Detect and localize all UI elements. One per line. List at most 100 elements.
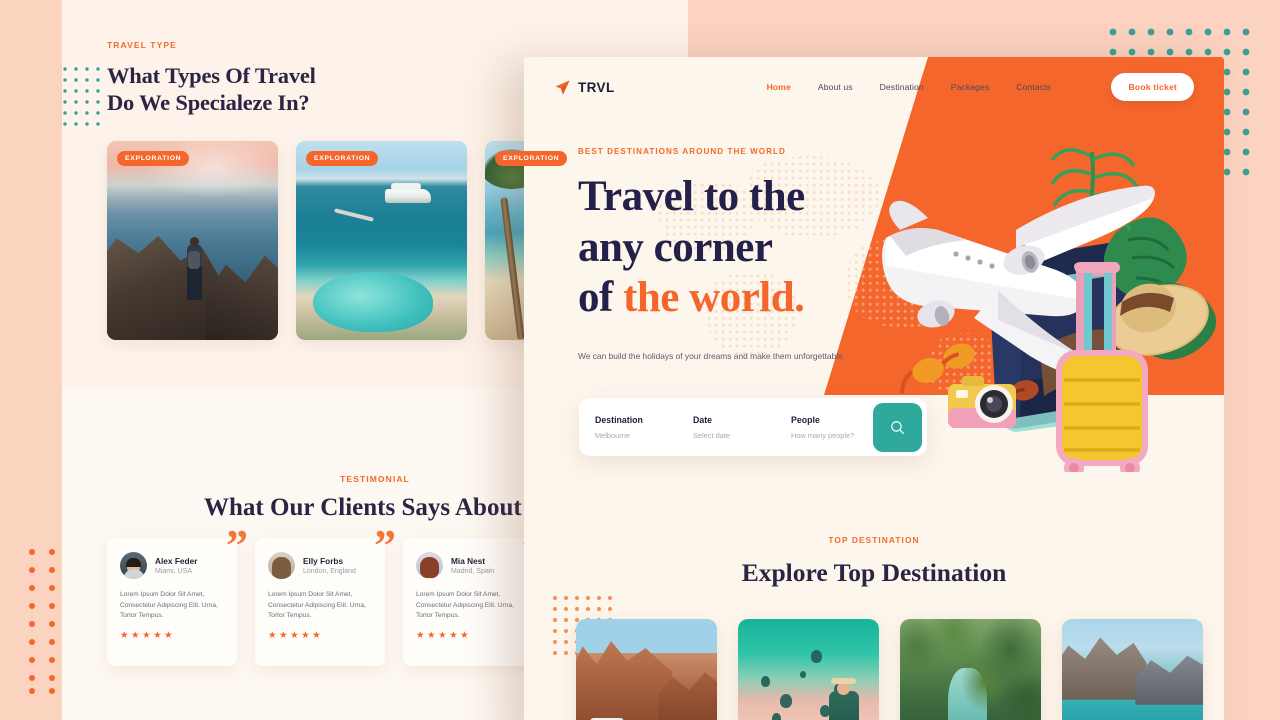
rating-stars: ★ ★ ★ ★ ★ [416, 631, 520, 641]
photographer-figure [829, 678, 860, 720]
travel-type-heading-line2: Do We Specialeze In? [107, 89, 310, 115]
palm-trunk [500, 196, 525, 340]
travel-type-card[interactable]: EXPLORATION [107, 141, 278, 340]
star-icon: ★ [449, 630, 458, 642]
search-icon [891, 420, 904, 434]
star-icon: ★ [290, 630, 299, 642]
travel-type-heading-line1: What Types Of Travel [107, 63, 316, 88]
nav-link-destination[interactable]: Destination [880, 82, 924, 92]
star-icon: ★ [142, 630, 151, 642]
star-icon: ★ [301, 630, 310, 642]
star-icon: ★ [153, 630, 162, 642]
date-label: Date [693, 414, 713, 425]
book-ticket-button[interactable]: Book ticket [1111, 73, 1194, 101]
nav-link-about-us[interactable]: About us [818, 82, 853, 92]
quote-mark-icon: ” [374, 521, 396, 570]
card-image-cruise-lagoon [296, 141, 467, 340]
cruise-ship-shape [384, 182, 431, 203]
exploration-badge: EXPLORATION [495, 151, 568, 166]
travel-type-header: TRAVEL TYPE What Types Of Travel Do We S… [107, 40, 316, 116]
balloon-shape [800, 671, 807, 678]
star-icon: ★ [279, 630, 288, 642]
exploration-badge: EXPLORATION [306, 151, 379, 166]
card-image-coastal-cliff [107, 141, 278, 340]
testimonial-text: Lorem Ipsum Dolor Sit Amet, Consectetur … [120, 591, 218, 620]
top-navigation: TRVL Home About us Destination Packages … [524, 57, 1224, 117]
testimonial-identity: Elly Forbs London, England [268, 552, 372, 579]
destination-value: Melbourne [595, 430, 630, 440]
search-field-people[interactable]: People How many people? [775, 415, 873, 440]
destination-card[interactable] [576, 619, 717, 720]
hero-eyebrow: BEST DESTINATIONS AROUND THE WORLD [578, 147, 786, 156]
rating-stars: ★ ★ ★ ★ ★ [268, 631, 372, 641]
destination-card[interactable] [738, 619, 879, 720]
rating-stars: ★ ★ ★ ★ ★ [120, 631, 224, 641]
star-icon: ★ [164, 630, 173, 642]
hero-text-block: BEST DESTINATIONS AROUND THE WORLD Trave… [578, 147, 908, 364]
testimonial-text: Lorem Ipsum Dolor Sit Amet, Consectetur … [268, 591, 366, 620]
nav-links: Home About us Destination Packages Conta… [767, 82, 1051, 92]
nav-link-contacts[interactable]: Contacts [1016, 82, 1051, 92]
testimonial-name: Elly Forbs [303, 556, 344, 566]
exploration-badge: EXPLORATION [117, 151, 190, 166]
screenshot-stage: TRAVEL TYPE What Types Of Travel Do We S… [0, 0, 1280, 720]
testimonial-card[interactable]: ” Alex Feder Miami, USA Lorem Ipsum Dolo… [107, 524, 248, 666]
card-image-hot-air-balloons [738, 619, 879, 720]
hero-title-line3-plain: of [578, 274, 624, 322]
star-icon: ★ [312, 630, 321, 642]
destination-card[interactable] [1062, 619, 1203, 720]
quote-mark-icon: ” [226, 521, 248, 570]
search-bar: Destination Melbourne Date Select date P… [579, 398, 927, 456]
search-field-date[interactable]: Date Select date [677, 415, 775, 440]
testimonial-card[interactable]: ” Elly Forbs London, England Lorem Ipsum… [255, 524, 396, 666]
nav-link-packages[interactable]: Packages [951, 82, 990, 92]
travel-type-eyebrow: TRAVEL TYPE [107, 40, 177, 50]
balloon-shape [780, 694, 793, 709]
testimonial-location: Miami, USA [155, 568, 192, 575]
testimonial-card[interactable]: ” Mia Nest Madrid, Spain Lorem Ipsum Dol… [403, 524, 544, 666]
top-destination-eyebrow: TOP DESTINATION [828, 535, 920, 545]
testimonial-name: Mia Nest [451, 556, 486, 566]
card-image-jungle-river [900, 619, 1041, 720]
paper-plane-icon [555, 79, 570, 94]
star-icon: ★ [427, 630, 436, 642]
star-icon: ★ [416, 630, 425, 642]
brand-name: TRVL [578, 79, 615, 95]
hero-subtitle: We can build the holidays of your dreams… [578, 351, 843, 362]
destination-card[interactable] [900, 619, 1041, 720]
balloon-shape [819, 704, 830, 717]
testimonial-text: Lorem Ipsum Dolor Sit Amet, Consectetur … [416, 591, 514, 620]
dot-grid-teal-topleft [63, 67, 100, 126]
travel-type-heading: What Types Of Travel Do We Specialeze In… [107, 63, 316, 116]
brand-logo[interactable]: TRVL [554, 79, 615, 96]
star-icon: ★ [268, 630, 277, 642]
testimonial-name: Alex Feder [155, 556, 198, 566]
testimonial-location: Madrid, Spain [451, 568, 495, 575]
hero-title-line1: Travel to the [578, 173, 805, 220]
star-icon: ★ [460, 630, 469, 642]
testimonial-identity: Mia Nest Madrid, Spain [416, 552, 520, 579]
hero-title-line2: any corner [578, 223, 773, 271]
front-landing-page: TRVL Home About us Destination Packages … [524, 57, 1224, 720]
travel-type-card[interactable]: EXPLORATION [296, 141, 467, 340]
testimonial-identity: Alex Feder Miami, USA [120, 552, 224, 579]
search-submit-button[interactable] [873, 402, 922, 452]
avatar [416, 552, 443, 579]
dot-grid-orange-bottomleft [29, 549, 55, 694]
hero-title-line3-accent: the world. [623, 274, 805, 322]
pier-shape [333, 207, 374, 222]
card-image-red-canyon [576, 619, 717, 720]
balloon-shape [811, 650, 823, 664]
destination-card-row [576, 619, 1203, 720]
balloon-shape [760, 676, 770, 688]
star-icon: ★ [120, 630, 129, 642]
search-field-destination[interactable]: Destination Melbourne [579, 415, 677, 440]
balloon-shape [771, 712, 781, 720]
top-destination-heading: Explore Top Destination [741, 558, 1007, 587]
top-destination-header: TOP DESTINATION Explore Top Destination [524, 535, 1224, 588]
date-value: Select date [693, 430, 730, 440]
avatar [268, 552, 295, 579]
destination-label: Destination [595, 414, 643, 425]
people-value: How many people? [791, 430, 855, 440]
nav-link-home[interactable]: Home [767, 82, 791, 92]
